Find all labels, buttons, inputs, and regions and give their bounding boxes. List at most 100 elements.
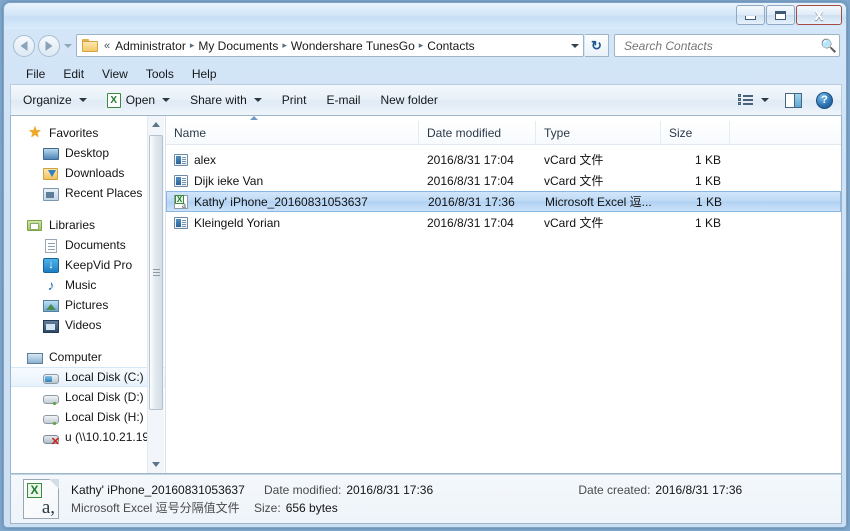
sidebar-label: Local Disk (H:) — [65, 410, 144, 424]
sidebar-item-network-drive-u[interactable]: u (\\10.10.21.197) — [11, 427, 166, 447]
share-with-button[interactable]: Share with — [182, 89, 270, 111]
sidebar-group-favorites[interactable]: ★ Favorites — [11, 123, 166, 143]
sidebar-item-local-disk-d[interactable]: Local Disk (D:) — [11, 387, 166, 407]
sidebar-item-music[interactable]: ♪ Music — [11, 275, 166, 295]
file-type-cell: Microsoft Excel 逗... — [537, 193, 662, 210]
breadcrumb-item-administrator[interactable]: Administrator — [112, 39, 189, 53]
table-row[interactable]: alex 2016/8/31 17:04 vCard 文件 1 KB — [166, 149, 841, 170]
print-label: Print — [282, 93, 307, 107]
sidebar-item-pictures[interactable]: Pictures — [11, 295, 166, 315]
chevron-down-icon — [162, 98, 170, 102]
search-input[interactable] — [622, 38, 819, 54]
minimize-button[interactable] — [736, 5, 765, 25]
sidebar-item-desktop[interactable]: Desktop — [11, 143, 166, 163]
drive-icon — [43, 415, 59, 424]
sidebar-group-libraries[interactable]: Libraries — [11, 215, 166, 235]
sidebar-item-videos[interactable]: Videos — [11, 315, 166, 335]
star-icon: ★ — [27, 125, 43, 141]
open-button[interactable]: X Open — [99, 89, 178, 112]
scrollbar-thumb[interactable] — [149, 135, 163, 410]
file-size-cell: 1 KB — [662, 195, 731, 209]
column-header-label: Type — [544, 126, 570, 140]
column-header-type[interactable]: Type — [536, 121, 661, 144]
vcard-icon — [174, 154, 188, 166]
menu-view[interactable]: View — [93, 65, 137, 83]
file-size-cell: 1 KB — [661, 216, 730, 230]
file-name-cell: alex — [166, 153, 419, 167]
column-headers: Name Date modified Type Size — [166, 121, 841, 145]
close-button[interactable]: X — [796, 5, 842, 25]
preview-pane-icon[interactable] — [785, 93, 802, 108]
sidebar-item-keepvid-pro[interactable]: ↓ KeepVid Pro — [11, 255, 166, 275]
column-header-label: Name — [174, 126, 206, 140]
explorer-window: X « Administrator ▸ My Documents ▸ Wonde… — [3, 2, 847, 528]
page-fold — [49, 479, 59, 489]
details-pane: X a, Kathy' iPhone_20160831053637 Date m… — [10, 474, 842, 524]
sidebar-spacer — [11, 203, 166, 215]
details-date-modified-value: 2016/8/31 17:36 — [346, 481, 568, 499]
breadcrumb-item-my-documents[interactable]: My Documents — [195, 39, 281, 53]
maximize-icon — [775, 11, 786, 20]
column-header-name[interactable]: Name — [166, 121, 419, 144]
scroll-down-arrow-icon[interactable] — [148, 456, 164, 473]
menu-tools[interactable]: Tools — [137, 65, 183, 83]
maximize-button[interactable] — [766, 5, 795, 25]
drive-icon — [43, 395, 59, 404]
menu-help[interactable]: Help — [183, 65, 226, 83]
sidebar-group-computer[interactable]: Computer — [11, 347, 166, 367]
table-row-selected[interactable]: Kathy' iPhone_20160831053637 2016/8/31 1… — [166, 191, 841, 212]
recent-places-icon — [43, 188, 59, 201]
command-toolbar: Organize X Open Share with Print E-mail … — [10, 84, 842, 116]
close-icon: X — [815, 9, 824, 22]
table-row[interactable]: Dijk ieke Van 2016/8/31 17:04 vCard 文件 1… — [166, 170, 841, 191]
sidebar-item-local-disk-c[interactable]: Local Disk (C:) — [11, 367, 166, 387]
breadcrumb-item-wondershare-tunesgo[interactable]: Wondershare TunesGo — [288, 39, 418, 53]
sidebar-label: Favorites — [49, 126, 98, 140]
sidebar-item-documents[interactable]: Documents — [11, 235, 166, 255]
details-date-modified-label: Date modified: — [264, 481, 341, 499]
title-bar: X — [4, 3, 846, 29]
details-date-created-value: 2016/8/31 17:36 — [655, 481, 742, 499]
table-row[interactable]: Kleingeld Yorian 2016/8/31 17:04 vCard 文… — [166, 212, 841, 233]
column-header-size[interactable]: Size — [661, 121, 730, 144]
sidebar-item-local-disk-h[interactable]: Local Disk (H:) — [11, 407, 166, 427]
menu-edit[interactable]: Edit — [54, 65, 93, 83]
sidebar-spacer — [11, 335, 166, 347]
vcard-icon — [174, 175, 188, 187]
email-button[interactable]: E-mail — [318, 89, 368, 111]
details-filetype: Microsoft Excel 逗号分隔值文件 — [71, 499, 254, 517]
new-folder-label: New folder — [380, 93, 437, 107]
sidebar-label: u (\\10.10.21.197) — [65, 430, 160, 444]
breadcrumb-item-contacts[interactable]: Contacts — [424, 39, 477, 53]
sidebar-item-downloads[interactable]: Downloads — [11, 163, 166, 183]
file-name: Kathy' iPhone_20160831053637 — [194, 195, 368, 209]
scroll-up-arrow-icon[interactable] — [148, 116, 164, 133]
back-button[interactable] — [13, 35, 35, 57]
menu-file[interactable]: File — [17, 65, 54, 83]
forward-arrow-icon — [46, 41, 53, 51]
column-header-date-modified[interactable]: Date modified — [419, 121, 536, 144]
navigation-scrollbar[interactable] — [147, 116, 164, 473]
breadcrumb-overflow-chevron[interactable]: « — [102, 40, 112, 52]
help-icon[interactable]: ? — [816, 92, 833, 109]
print-button[interactable]: Print — [274, 89, 315, 111]
details-text: Kathy' iPhone_20160831053637 Date modifi… — [71, 481, 841, 517]
new-folder-button[interactable]: New folder — [372, 89, 445, 111]
file-name-cell: Dijk ieke Van — [166, 174, 419, 188]
search-icon[interactable]: 🔍 — [819, 38, 839, 54]
file-date-cell: 2016/8/31 17:36 — [420, 195, 537, 209]
address-chevron-down-icon[interactable] — [567, 44, 583, 48]
refresh-button[interactable]: ↻ — [585, 34, 609, 57]
address-bar[interactable]: « Administrator ▸ My Documents ▸ Wonders… — [76, 34, 584, 57]
view-options-icon[interactable] — [737, 93, 754, 108]
csv-file-icon: X a, — [23, 479, 59, 519]
forward-button[interactable] — [38, 35, 60, 57]
recent-pages-chevron-down-icon[interactable] — [64, 44, 72, 48]
organize-button[interactable]: Organize — [15, 89, 95, 111]
view-chevron-down-icon[interactable] — [761, 98, 769, 102]
search-box[interactable]: 🔍 — [614, 34, 840, 57]
file-name: Kleingeld Yorian — [194, 216, 280, 230]
refresh-icon: ↻ — [591, 38, 602, 54]
sidebar-item-recent-places[interactable]: Recent Places — [11, 183, 166, 203]
email-label: E-mail — [326, 93, 360, 107]
